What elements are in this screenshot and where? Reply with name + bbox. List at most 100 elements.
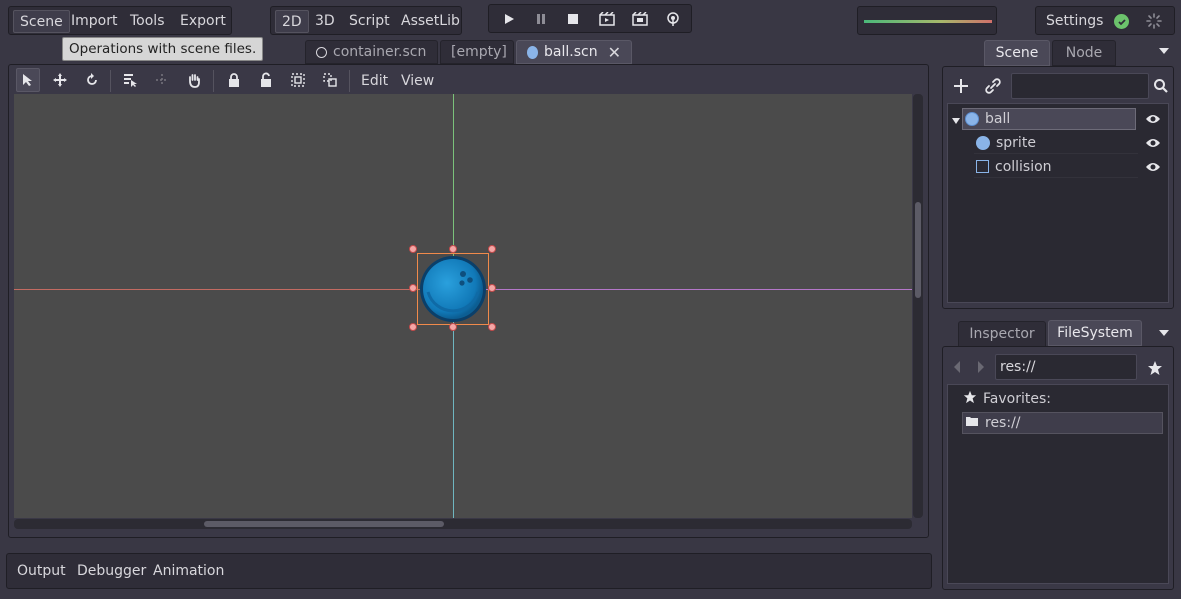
folder-res-row[interactable]: res:// [962, 412, 1163, 434]
vertical-scrollbar-track[interactable] [913, 94, 923, 518]
favorites-label: Favorites: [983, 391, 1051, 407]
select-tool-icon[interactable] [16, 68, 40, 92]
menu-import[interactable]: Import [65, 7, 123, 34]
canvas-viewport[interactable] [14, 94, 912, 518]
workspace-2d[interactable]: 2D [275, 10, 309, 33]
lock-icon[interactable] [222, 68, 246, 92]
pause-icon[interactable] [527, 9, 555, 29]
tab-ball-scn[interactable]: ball.scn ✕ [516, 40, 632, 64]
scene-search-input[interactable] [1011, 73, 1149, 99]
tab-debugger[interactable]: Debugger [71, 554, 152, 588]
canvas-view-menu[interactable]: View [395, 70, 440, 92]
menu-tooltip: Operations with scene files. [62, 37, 264, 61]
tab-inspector[interactable]: Inspector [958, 321, 1046, 347]
dock-menu-arrow-icon[interactable] [1158, 326, 1170, 336]
favorite-star-icon[interactable] [1147, 360, 1163, 376]
tab-scene-dock[interactable]: Scene [984, 40, 1050, 66]
resize-handle-tr[interactable] [488, 245, 496, 253]
play-scene-icon[interactable] [593, 9, 621, 29]
resize-handle-t[interactable] [449, 245, 457, 253]
resize-handle-b[interactable] [449, 323, 457, 331]
resize-handle-tl[interactable] [409, 245, 417, 253]
expand-arrow-icon[interactable] [951, 114, 961, 124]
path-input[interactable] [995, 354, 1137, 380]
tree-node-ball[interactable]: ball [962, 108, 1136, 130]
close-icon[interactable]: ✕ [608, 43, 621, 62]
tab-container-scn[interactable]: container.scn [305, 40, 438, 64]
visibility-eye-icon[interactable] [1144, 134, 1162, 152]
resize-handle-r[interactable] [488, 284, 496, 292]
tree-node-label: collision [995, 158, 1052, 175]
playback-bar [488, 4, 692, 33]
tree-node-sprite[interactable]: sprite [974, 132, 1138, 154]
workspace-3d[interactable]: 3D [309, 7, 341, 34]
tab-output[interactable]: Output [11, 554, 72, 588]
pan-tool-icon[interactable] [182, 68, 206, 92]
resize-handle-l[interactable] [409, 284, 417, 292]
folder-icon [965, 415, 979, 431]
ungroup-icon[interactable] [318, 68, 342, 92]
favorites-header: Favorites: [963, 390, 1051, 408]
sprite-icon [976, 135, 990, 150]
resize-handle-br[interactable] [488, 323, 496, 331]
horizontal-scrollbar-thumb[interactable] [204, 521, 444, 527]
canvas-edit-menu[interactable]: Edit [355, 70, 394, 92]
tab-node-dock[interactable]: Node [1052, 40, 1116, 66]
horizontal-scrollbar-track[interactable] [14, 519, 912, 529]
play-icon[interactable] [495, 9, 523, 29]
workspace-bar: 2D 3D Script AssetLib [270, 6, 462, 35]
rotate-tool-icon[interactable] [80, 68, 104, 92]
search-icon[interactable] [1153, 78, 1169, 94]
tab-animation[interactable]: Animation [147, 554, 230, 588]
menu-scene[interactable]: Scene [13, 10, 70, 33]
toolbar-separator [213, 70, 214, 92]
tab-empty[interactable]: [empty] [440, 40, 514, 64]
back-arrow-icon[interactable] [951, 360, 963, 374]
visibility-eye-icon[interactable] [1144, 158, 1162, 176]
x-axis-left [14, 289, 453, 290]
toolbar-separator [349, 70, 350, 92]
list-select-icon[interactable] [118, 68, 142, 92]
vertical-scrollbar-thumb[interactable] [915, 202, 921, 298]
tab-filesystem[interactable]: FileSystem [1048, 320, 1142, 346]
collision-shape-icon [976, 160, 989, 173]
ball-sprite[interactable] [418, 254, 488, 324]
menu-export[interactable]: Export [174, 7, 232, 34]
tab-label: [empty] [451, 44, 507, 60]
forward-arrow-icon[interactable] [975, 360, 987, 374]
tree-node-collision[interactable]: collision [974, 156, 1138, 178]
tree-node-label: ball [985, 111, 1011, 127]
workspace-assetlib[interactable]: AssetLib [395, 7, 466, 34]
star-icon [963, 390, 977, 408]
workspace-script[interactable]: Script [343, 7, 396, 34]
add-node-icon[interactable] [952, 77, 970, 95]
play-custom-icon[interactable] [626, 9, 654, 29]
settings-button[interactable]: Settings [1040, 7, 1109, 34]
menu-tools[interactable]: Tools [124, 7, 171, 34]
visibility-eye-icon[interactable] [1144, 110, 1162, 128]
tab-label: ball.scn [544, 44, 598, 60]
globe-icon [527, 45, 539, 59]
resize-handle-bl[interactable] [409, 323, 417, 331]
unlock-icon[interactable] [254, 68, 278, 92]
folder-label: res:// [985, 415, 1021, 431]
checkmark-icon [1114, 14, 1129, 29]
stop-icon[interactable] [559, 9, 587, 29]
pivot-tool-icon[interactable] [150, 68, 174, 92]
x-axis-right [453, 289, 912, 290]
remote-debug-icon[interactable] [659, 9, 687, 29]
dock-menu-arrow-icon[interactable] [1158, 44, 1170, 54]
node2d-icon [965, 112, 979, 126]
toolbar-separator [110, 70, 111, 92]
meter-bar [864, 20, 992, 23]
bottom-panel-bar: Output Debugger Animation [6, 553, 932, 589]
tab-label: container.scn [333, 44, 427, 60]
audio-meter [857, 6, 997, 35]
main-menu-bar: Scene Import Tools Export [8, 6, 232, 35]
move-tool-icon[interactable] [48, 68, 72, 92]
settings-bar: Settings [1035, 6, 1175, 35]
instance-link-icon[interactable] [984, 77, 1002, 95]
spinner-icon [1146, 13, 1162, 29]
tab-unsaved-icon [316, 46, 327, 58]
group-icon[interactable] [286, 68, 310, 92]
